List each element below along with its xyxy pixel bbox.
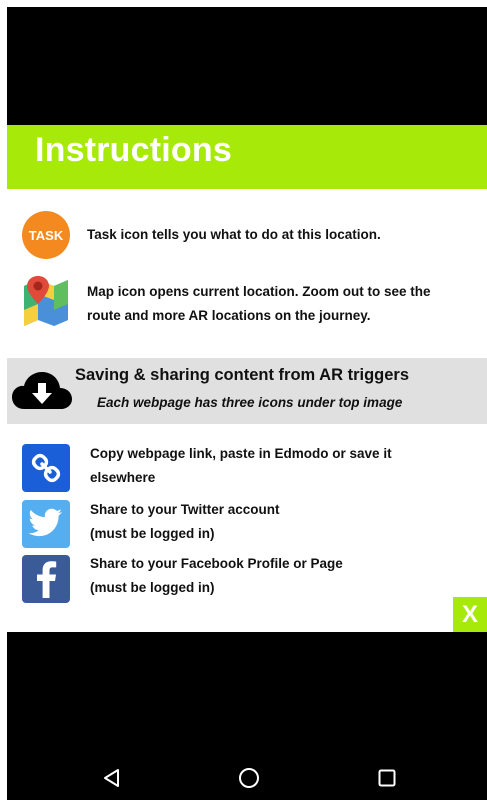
- link-description-line1: Copy webpage link, paste in Edmodo or sa…: [90, 446, 392, 461]
- share-row-link: Copy webpage link, paste in Edmodo or sa…: [7, 443, 487, 493]
- recents-button[interactable]: [367, 760, 407, 796]
- home-button[interactable]: [229, 760, 269, 796]
- link-icon: [22, 444, 70, 492]
- instructions-header: Instructions: [7, 125, 487, 189]
- task-description: Task icon tells you what to do at this l…: [87, 227, 381, 242]
- screen: Instructions TASK Task icon tells you wh…: [0, 0, 487, 800]
- share-row-twitter: Share to your Twitter account (must be l…: [7, 499, 487, 549]
- back-triangle-icon: [104, 769, 119, 787]
- recents-square-icon: [378, 769, 396, 787]
- banner-title: Saving & sharing content from AR trigger…: [75, 366, 410, 384]
- cloud-download-icon: [12, 372, 72, 409]
- task-row: TASK Task icon tells you what to do at t…: [7, 211, 487, 263]
- twitter-description-line1: Share to your Twitter account: [90, 502, 280, 517]
- close-button[interactable]: X: [453, 597, 487, 633]
- facebook-icon: [22, 555, 70, 603]
- home-circle-icon: [239, 768, 259, 788]
- back-button[interactable]: [92, 760, 132, 796]
- map-row: Map icon opens current location. Zoom ou…: [7, 274, 487, 332]
- top-black-area: [7, 7, 487, 125]
- map-icon: [24, 276, 68, 326]
- page-title: Instructions: [35, 131, 232, 169]
- map-description-line1: Map icon opens current location. Zoom ou…: [87, 284, 431, 299]
- saving-sharing-banner: Saving & sharing content from AR trigger…: [7, 358, 487, 424]
- map-description-line2: route and more AR locations on the journ…: [87, 308, 371, 323]
- facebook-description-line1: Share to your Facebook Profile or Page: [90, 556, 343, 571]
- link-description-line2: elsewhere: [90, 470, 156, 485]
- twitter-description-line2: (must be logged in): [90, 526, 215, 541]
- banner-subtitle: Each webpage has three icons under top i…: [97, 395, 403, 410]
- facebook-description-line2: (must be logged in): [90, 580, 215, 595]
- share-row-facebook: Share to your Facebook Profile or Page (…: [7, 555, 487, 605]
- instructions-panel: Instructions TASK Task icon tells you wh…: [7, 125, 487, 633]
- task-icon: TASK: [22, 211, 70, 259]
- twitter-icon: [22, 500, 70, 548]
